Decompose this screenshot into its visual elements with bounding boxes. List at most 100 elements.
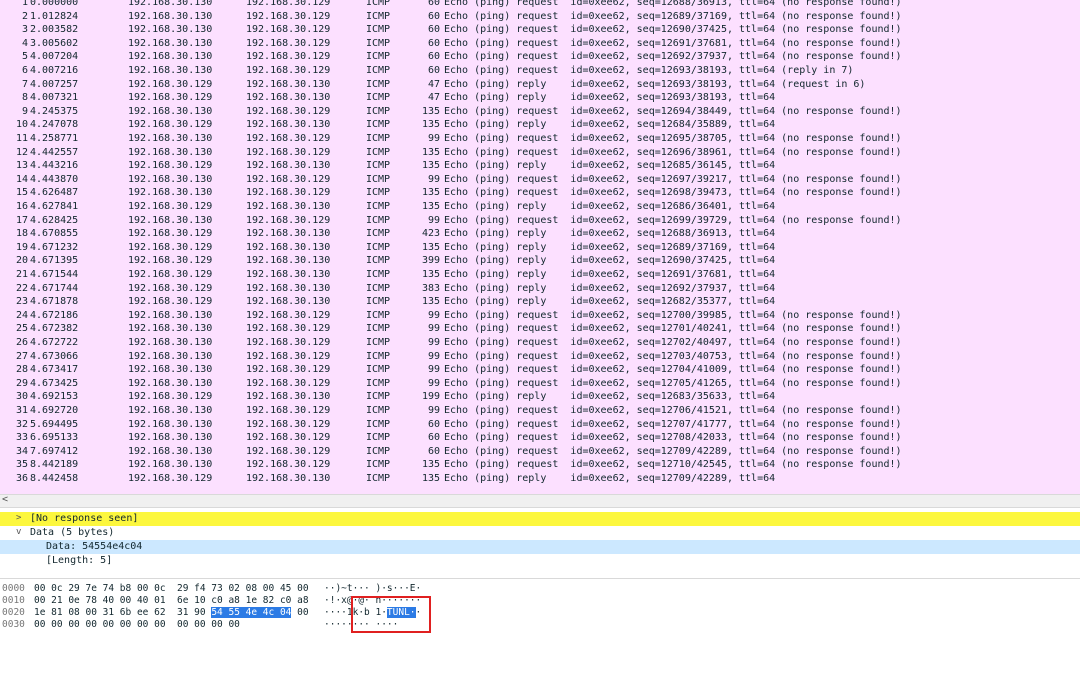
packet-row[interactable]: 19 4.671232 192.168.30.129 192.168.30.130 IC… [0,241,1080,255]
packet-details-pane: > [No response seen] v Data (5 bytes) Da… [0,508,1080,576]
packet-source: 192.168.30.129 [128,391,213,403]
packet-row[interactable]: 31 4.692720 192.168.30.130 192.168.30.129 IC… [0,404,1080,418]
packet-time: 4.007321 [30,92,79,104]
packet-source: 192.168.30.130 [128,418,213,430]
details-row-no-response[interactable]: > [No response seen] [0,512,1080,526]
packet-time: 5.694495 [30,418,79,430]
packet-row[interactable]: 35 8.442189 192.168.30.130 192.168.30.129 IC… [0,458,1080,472]
packet-row[interactable]: 2 1.012824 192.168.30.130 192.168.30.129 ICM… [0,10,1080,24]
packet-destination: 192.168.30.130 [246,282,331,294]
byte-hex[interactable]: 1e 81 08 00 31 6b ee 62 31 90 54 55 4e 4… [34,607,309,619]
packet-length: 99 [427,377,440,389]
packet-source: 192.168.30.130 [128,214,213,226]
packet-destination: 192.168.30.129 [246,337,331,348]
packet-row[interactable]: 32 5.694495 192.168.30.130 192.168.30.129 IC… [0,418,1080,432]
packet-row[interactable]: 21 4.671544 192.168.30.129 192.168.30.130 IC… [0,268,1080,282]
packet-source: 192.168.30.130 [128,51,213,63]
packet-row[interactable]: 25 4.672382 192.168.30.130 192.168.30.129 IC… [0,322,1080,336]
packet-row[interactable]: 6 4.007216 192.168.30.130 192.168.30.129 ICM… [0,64,1080,78]
packet-length: 60 [427,418,440,430]
packet-info: Echo (ping) request id=0xee62, seq=12704… [444,364,902,376]
packet-row[interactable]: 30 4.692153 192.168.30.129 192.168.30.130 IC… [0,390,1080,404]
packet-row[interactable]: 8 4.007321 192.168.30.129 192.168.30.130 ICM… [0,91,1080,105]
packet-list[interactable]: 1 0.000000 192.168.30.130 192.168.30.129 ICM… [0,0,1080,494]
byte-ascii[interactable]: ··)~t··· )·s···E· [324,583,421,595]
packet-row[interactable]: 4 3.005602 192.168.30.130 192.168.30.129 ICM… [0,37,1080,51]
packet-number: 11 [15,133,28,144]
packet-row[interactable]: 12 4.442557 192.168.30.130 192.168.30.129 IC… [0,146,1080,160]
packet-info: Echo (ping) request id=0xee62, seq=12696… [444,146,902,158]
packet-row[interactable]: 11 4.258771 192.168.30.130 192.168.30.129 IC… [0,132,1080,146]
packet-length: 60 [427,445,440,457]
packet-row[interactable]: 13 4.443216 192.168.30.129 192.168.30.130 IC… [0,159,1080,173]
packet-row[interactable]: 14 4.443870 192.168.30.130 192.168.30.129 IC… [0,173,1080,187]
packet-row[interactable]: 16 4.627841 192.168.30.129 192.168.30.130 IC… [0,200,1080,214]
packet-time: 4.258771 [30,133,79,144]
packet-row[interactable]: 10 4.247078 192.168.30.129 192.168.30.130 IC… [0,118,1080,132]
packet-source: 192.168.30.130 [128,146,213,158]
packet-protocol: ICMP [366,445,391,457]
packet-row[interactable]: 24 4.672186 192.168.30.130 192.168.30.129 IC… [0,309,1080,323]
packet-row[interactable]: 3 2.003582 192.168.30.130 192.168.30.129 ICM… [0,23,1080,37]
packet-length: 99 [427,173,440,185]
packet-source: 192.168.30.130 [128,432,213,444]
byte-hex[interactable]: 00 21 0e 78 40 00 40 01 6e 10 c0 a8 1e 8… [34,595,309,607]
packet-time: 4.670855 [30,228,79,240]
packet-length: 99 [427,133,440,144]
packet-destination: 192.168.30.130 [246,201,331,212]
packet-row[interactable]: 15 4.626487 192.168.30.130 192.168.30.129 IC… [0,186,1080,200]
details-row-data-field[interactable]: Data: 54554e4c04 [0,540,1080,554]
packet-source: 192.168.30.129 [128,92,213,104]
packet-length: 47 [427,92,440,104]
expand-arrow-icon[interactable]: > [16,512,21,526]
packet-row[interactable]: 23 4.671878 192.168.30.129 192.168.30.130 IC… [0,295,1080,309]
packet-length: 135 [421,187,440,199]
packet-info: Echo (ping) request id=0xee62, seq=12692… [444,51,902,63]
packet-row[interactable]: 34 7.697412 192.168.30.130 192.168.30.129 IC… [0,445,1080,459]
packet-row[interactable]: 26 4.672722 192.168.30.130 192.168.30.129 IC… [0,336,1080,350]
packet-destination: 192.168.30.130 [246,473,331,484]
details-row-data[interactable]: v Data (5 bytes) [0,526,1080,540]
packet-source: 192.168.30.129 [128,228,213,240]
collapse-arrow-icon[interactable]: v [16,526,21,540]
packet-row[interactable]: 5 4.007204 192.168.30.130 192.168.30.129 ICM… [0,50,1080,64]
byte-hex[interactable]: 00 0c 29 7e 74 b8 00 0c 29 f4 73 02 08 0… [34,583,309,595]
byte-hex[interactable]: 00 00 00 00 00 00 00 00 00 00 00 00 [34,619,240,631]
packet-row[interactable]: 27 4.673066 192.168.30.130 192.168.30.129 IC… [0,350,1080,364]
packet-row[interactable]: 17 4.628425 192.168.30.130 192.168.30.129 IC… [0,214,1080,228]
packet-row[interactable]: 29 4.673425 192.168.30.130 192.168.30.129 IC… [0,377,1080,391]
packet-time: 4.007257 [30,78,79,90]
packet-row[interactable]: 20 4.671395 192.168.30.129 192.168.30.130 IC… [0,254,1080,268]
byte-hex-selected[interactable]: 54 55 4e 4c 04 [211,607,292,618]
scroll-left-arrow-icon[interactable]: < [2,494,8,505]
packet-protocol: ICMP [366,282,391,294]
length-field: [Length: 5] [46,555,113,566]
packet-row[interactable]: 7 4.007257 192.168.30.129 192.168.30.130 ICM… [0,78,1080,92]
packet-info: Echo (ping) reply id=0xee62, seq=12682/3… [444,296,776,308]
packet-row[interactable]: 18 4.670855 192.168.30.129 192.168.30.130 IC… [0,227,1080,241]
packet-row[interactable]: 36 8.442458 192.168.30.129 192.168.30.130 IC… [0,472,1080,486]
details-row-length[interactable]: [Length: 5] [0,554,1080,568]
packet-time: 2.003582 [30,24,79,36]
packet-info: Echo (ping) request id=0xee62, seq=12706… [444,405,902,416]
packet-number: 2 [21,10,28,22]
packet-time: 4.007204 [30,51,79,63]
packet-protocol: ICMP [366,391,391,403]
packet-row[interactable]: 33 6.695133 192.168.30.130 192.168.30.129 IC… [0,431,1080,445]
bytes-row: 0020 1e 81 08 00 31 6b ee 62 31 90 54 55… [0,607,421,619]
packet-row[interactable]: 28 4.673417 192.168.30.130 192.168.30.129 IC… [0,363,1080,377]
packet-number: 34 [15,445,28,457]
packet-protocol: ICMP [366,133,391,144]
packet-row[interactable]: 9 4.245375 192.168.30.130 192.168.30.129 ICM… [0,105,1080,119]
packet-source: 192.168.30.129 [128,473,213,484]
packet-number: 31 [15,405,28,416]
horizontal-scrollbar[interactable]: < [0,494,1080,508]
packet-row[interactable]: 1 0.000000 192.168.30.130 192.168.30.129 ICM… [0,0,1080,10]
packet-time: 4.671395 [30,255,79,267]
packet-length: 135 [421,160,440,172]
packet-destination: 192.168.30.129 [246,187,331,199]
packet-protocol: ICMP [366,350,391,362]
packet-destination: 192.168.30.129 [246,418,331,430]
packet-length: 99 [427,337,440,348]
packet-row[interactable]: 22 4.671744 192.168.30.129 192.168.30.130 IC… [0,282,1080,296]
